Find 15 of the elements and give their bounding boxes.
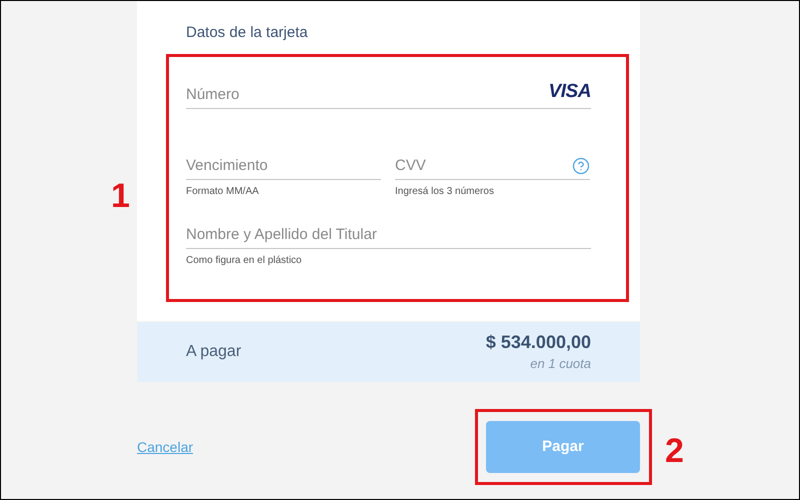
field-hint: Como figura en el plástico: [186, 254, 303, 268]
summary-label: A pagar: [186, 342, 242, 362]
annotation-number: 2: [665, 434, 684, 468]
cancel-link[interactable]: Cancelar: [137, 436, 194, 458]
field-hint: Ingresá los 3 números: [395, 185, 495, 199]
amount: $ 534.000,00: [486, 331, 591, 354]
holder-name-field[interactable]: Nombre y Apellido del Titular: [186, 221, 591, 249]
help-icon[interactable]: [572, 157, 590, 175]
field-hint: Formato MM/AA: [186, 185, 260, 199]
annotation-number: 1: [111, 179, 130, 213]
installments: en 1 cuota: [530, 355, 591, 374]
section-title: Datos de la tarjeta: [186, 23, 309, 43]
expiry-field[interactable]: Vencimiento: [186, 152, 381, 180]
card-brand-logo: VISA: [548, 80, 591, 104]
cvv-field[interactable]: CVV: [395, 152, 590, 180]
